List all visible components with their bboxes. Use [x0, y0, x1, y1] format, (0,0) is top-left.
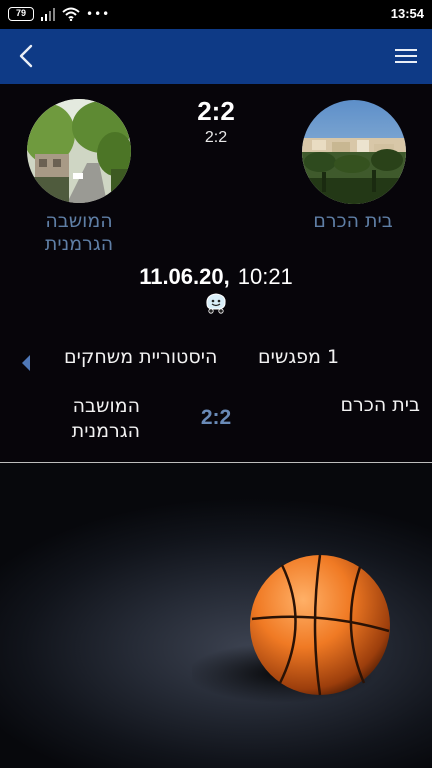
match-score: 2:2	[197, 96, 235, 126]
status-time: 13:54	[390, 6, 424, 21]
match-details: בית הכרם המושבה הגרמנית 2:2 2:2 11.06.20…	[0, 84, 432, 462]
battery-icon: 79	[8, 7, 34, 21]
triangle-left-icon[interactable]	[21, 355, 31, 371]
signal-icon	[41, 8, 55, 21]
home-team-name[interactable]: בית הכרם	[288, 210, 418, 233]
status-icons: 79 •••	[8, 7, 110, 21]
tab-games-history[interactable]: היסטוריית משחקים	[64, 346, 217, 368]
wifi-icon	[62, 7, 80, 21]
app-bar	[0, 29, 432, 84]
head-to-head-row[interactable]: בית הכרם 2:2 המושבה הגרמנית	[0, 392, 432, 452]
away-team-image	[27, 99, 131, 203]
match-datetime: 11.06.20, 10:21	[86, 264, 346, 290]
match-tabs: היסטוריית משחקים 1 מפגשים	[0, 346, 432, 378]
basketball-image	[192, 554, 390, 703]
away-team-photo[interactable]	[27, 99, 131, 203]
more-notifications-icon: •••	[86, 7, 111, 21]
h2h-away-team: המושבה הגרמנית	[71, 395, 140, 442]
status-bar: 79 ••• 13:54	[0, 0, 432, 29]
h2h-home-team: בית הכרם	[340, 394, 420, 416]
away-team-name[interactable]: המושבה הגרמנית	[20, 210, 138, 256]
tab-meetings[interactable]: 1 מפגשים	[258, 346, 339, 368]
match-score-secondary: 2:2	[204, 129, 228, 146]
home-team-photo[interactable]	[302, 100, 406, 204]
chevron-left-icon[interactable]	[12, 41, 42, 71]
match-date: 11.06.20,	[139, 264, 230, 289]
hamburger-menu-icon[interactable]	[392, 42, 420, 70]
home-team-image	[302, 100, 406, 204]
waze-icon[interactable]	[203, 292, 229, 314]
h2h-score: 2:2	[200, 406, 232, 429]
match-time: 10:21	[237, 264, 293, 289]
basketball-background	[0, 463, 432, 768]
